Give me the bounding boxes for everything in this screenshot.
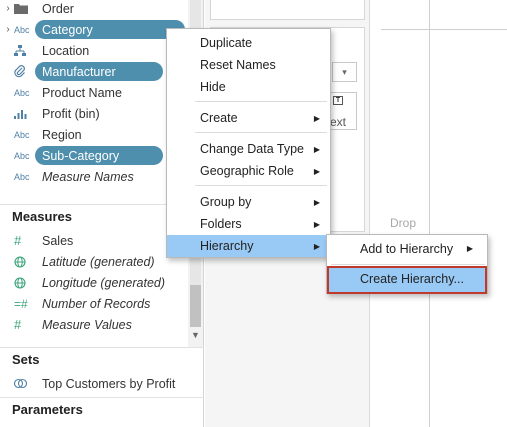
mark-type-dropdown[interactable]: ▾ (332, 62, 357, 82)
abc-icon: Abc (14, 150, 30, 161)
submenu-arrow-icon: ▶ (313, 219, 320, 229)
field-label: Top Customers by Profit (42, 376, 176, 391)
field-measure-values[interactable]: # Measure Values (0, 314, 188, 335)
paperclip-icon (14, 65, 36, 78)
field-label: Number of Records (42, 296, 151, 311)
menu-item-hierarchy[interactable]: Hierarchy ▶ (167, 235, 330, 257)
expand-chevron-icon[interactable]: › (3, 3, 13, 14)
menu-item-label: Reset Names (200, 58, 276, 72)
menu-item-label: Geographic Role (200, 164, 294, 178)
menu-item-reset-names[interactable]: Reset Names (167, 54, 330, 76)
menu-separator (195, 101, 327, 102)
field-sub-category[interactable]: Abc Sub-Category (0, 145, 188, 166)
field-region[interactable]: Abc Region (0, 124, 188, 145)
submenu-arrow-icon: ▶ (466, 244, 473, 253)
histogram-icon (14, 108, 36, 119)
globe-icon (14, 276, 36, 289)
hash-icon: # (14, 317, 22, 332)
submenu-arrow-icon: ▶ (313, 197, 320, 207)
field-label: Sub-Category (42, 148, 120, 163)
submenu-arrow-icon: ▶ (313, 241, 320, 251)
sets-icon (14, 378, 36, 389)
menu-item-label: Folders (200, 217, 242, 231)
section-divider (0, 397, 204, 398)
submenu-arrow-icon: ▶ (313, 113, 320, 123)
menu-item-label: Create (200, 111, 238, 125)
abc-icon: Abc (14, 129, 30, 140)
field-label: Product Name (42, 85, 122, 100)
menu-separator (331, 264, 485, 265)
field-label: Profit (bin) (42, 106, 100, 121)
field-measure-names[interactable]: Abc Measure Names (0, 166, 188, 187)
expand-chevron-icon[interactable]: › (3, 24, 13, 35)
hash-equals-icon: =# (14, 296, 28, 311)
drop-label: Drop (390, 216, 417, 230)
text-button-label: ext (330, 115, 347, 129)
menu-item-group-by[interactable]: Group by ▶ (167, 191, 330, 213)
field-label: Location (42, 43, 90, 58)
context-menu: Duplicate Reset Names Hide Create ▶ Chan… (166, 28, 331, 258)
menu-item-label: Hide (200, 80, 226, 94)
field-label: Measure Names (42, 169, 134, 184)
abc-icon: Abc (14, 87, 30, 98)
shelf-card-top (210, 0, 365, 20)
menu-item-geographic-role[interactable]: Geographic Role ▶ (167, 160, 330, 182)
scroll-thumb[interactable] (190, 285, 201, 327)
field-label: Longitude (generated) (42, 275, 166, 290)
field-product-name[interactable]: Abc Product Name (0, 82, 188, 103)
field-label: Sales (42, 233, 74, 248)
menu-item-label: Add to Hierarchy (360, 242, 454, 256)
chevron-down-icon: ▾ (342, 66, 347, 77)
field-profit-bin[interactable]: Profit (bin) (0, 103, 188, 124)
menu-item-label: Hierarchy (200, 239, 254, 253)
measures-title: Measures (12, 209, 72, 224)
folder-icon (14, 3, 36, 14)
field-top-customers[interactable]: Top Customers by Profit (0, 373, 188, 394)
view-gridline (429, 0, 430, 427)
scroll-down-arrow-icon[interactable]: ▼ (188, 330, 203, 340)
submenu-arrow-icon: ▶ (313, 144, 320, 154)
view-canvas[interactable] (371, 0, 507, 427)
field-label: Manufacturer (42, 64, 116, 79)
field-label: Category (42, 22, 93, 37)
text-mark-button[interactable]: T ext (328, 92, 357, 130)
field-label: Measure Values (42, 317, 132, 332)
field-label: Order (42, 1, 74, 16)
field-latitude[interactable]: Latitude (generated) (0, 251, 188, 272)
menu-item-label: Duplicate (200, 36, 253, 50)
parameters-title: Parameters (12, 402, 83, 417)
menu-separator (195, 185, 327, 186)
menu-item-label: Create Hierarchy... (360, 272, 464, 286)
field-number-of-records[interactable]: =# Number of Records (0, 293, 188, 314)
abc-icon: Abc (14, 24, 30, 35)
hash-icon: # (14, 233, 22, 248)
globe-icon (14, 255, 36, 268)
field-order[interactable]: › Order (0, 0, 188, 19)
menu-item-create-hierarchy[interactable]: Create Hierarchy... (327, 266, 487, 294)
field-label: Region (42, 127, 82, 142)
field-category[interactable]: › Abc Category (0, 19, 188, 40)
sets-title: Sets (12, 352, 40, 367)
menu-item-change-data-type[interactable]: Change Data Type ▶ (167, 138, 330, 160)
abc-icon: Abc (14, 171, 30, 182)
hierarchy-submenu: Add to Hierarchy ▶ Create Hierarchy... (326, 234, 488, 294)
field-longitude[interactable]: Longitude (generated) (0, 272, 188, 293)
field-label: Latitude (generated) (42, 254, 155, 269)
menu-item-hide[interactable]: Hide (167, 76, 330, 98)
menu-item-label: Group by (200, 195, 252, 209)
menu-item-label: Change Data Type (200, 142, 305, 156)
menu-item-create[interactable]: Create ▶ (167, 107, 330, 129)
field-location[interactable]: Location (0, 40, 188, 61)
menu-item-add-to-hierarchy[interactable]: Add to Hierarchy ▶ (327, 237, 487, 261)
text-icon: T (333, 96, 343, 105)
section-divider (0, 347, 204, 348)
field-manufacturer[interactable]: Manufacturer (0, 61, 188, 82)
field-sales[interactable]: # Sales (0, 230, 188, 251)
hierarchy-icon (14, 44, 36, 57)
menu-item-duplicate[interactable]: Duplicate (167, 32, 330, 54)
view-gridline (381, 29, 507, 30)
menu-item-folders[interactable]: Folders ▶ (167, 213, 330, 235)
submenu-arrow-icon: ▶ (313, 166, 320, 176)
menu-separator (195, 132, 327, 133)
